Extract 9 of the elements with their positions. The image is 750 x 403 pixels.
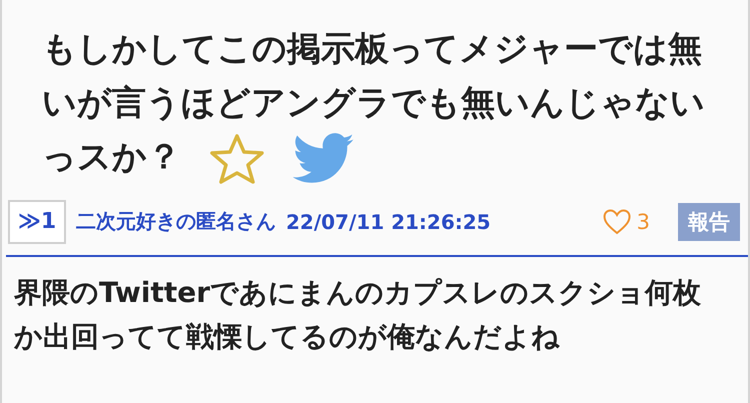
bird-icon[interactable]: [293, 132, 355, 185]
like-button[interactable]: 3: [602, 208, 650, 235]
author-name: 二次元好きの匿名さん: [76, 208, 276, 236]
post-date: 22/07/11 21:26:25: [286, 210, 491, 234]
post-number-link[interactable]: ≫1: [8, 200, 66, 244]
like-count: 3: [636, 210, 650, 234]
report-button[interactable]: 報告: [678, 202, 740, 241]
post-body: 界隈のTwitterであにまんのカプスレのスクショ何枚か出回ってて戦慄してるのが俺なんだよね: [14, 274, 702, 355]
thread-title: もしかしてこの掲示板ってメジャーでは無いが言うほどアングラでも無いんじゃないっスか？: [42, 22, 714, 185]
